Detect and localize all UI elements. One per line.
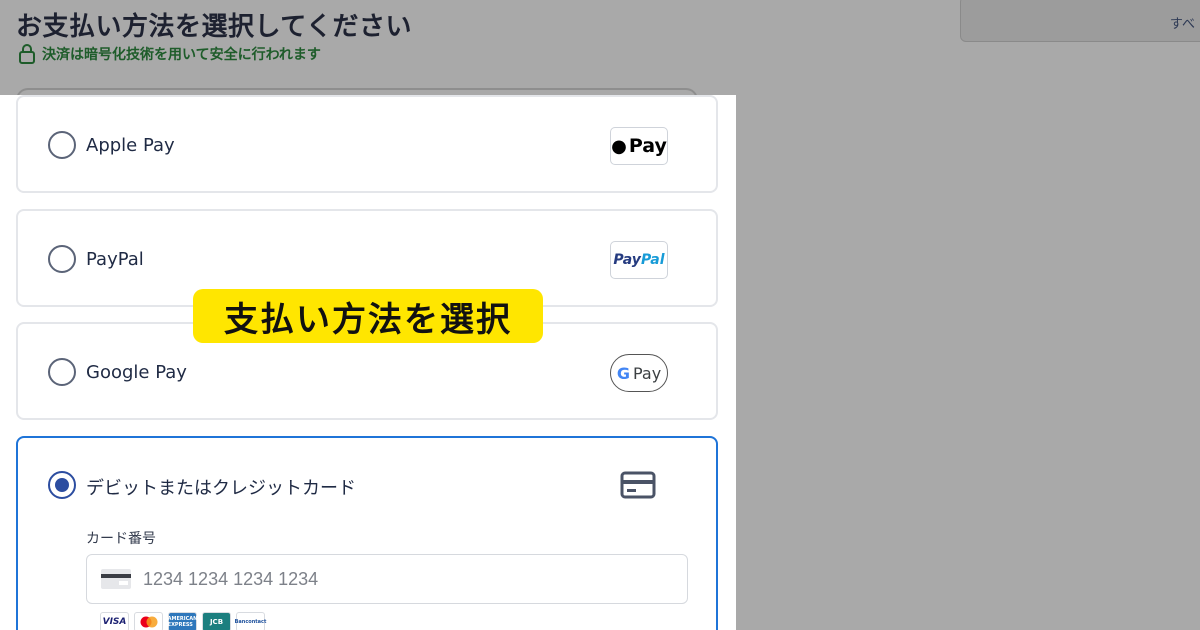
apple-pay-radio[interactable] <box>48 131 76 159</box>
credit-card-icon <box>620 471 656 499</box>
right-panel: すべ <box>960 0 1200 42</box>
card-label: デビットまたはクレジットカード <box>86 478 356 499</box>
apple-pay-logo: ● Pay <box>610 127 668 165</box>
card-number-field[interactable] <box>86 554 688 604</box>
paypal-radio[interactable] <box>48 245 76 273</box>
google-pay-radio[interactable] <box>48 358 76 386</box>
paypal-label: PayPal <box>86 249 144 270</box>
jcb-logo: JCB <box>202 612 231 630</box>
apple-pay-label: Apple Pay <box>86 135 175 156</box>
bancontact-logo: Bancontact <box>235 612 266 630</box>
secure-note-text: 決済は暗号化技術を用いて安全に行われます <box>42 47 321 63</box>
card-number-label: カード番号 <box>86 531 156 547</box>
card-chip-icon <box>101 569 131 589</box>
google-pay-logo: G Pay <box>610 354 668 392</box>
card-number-input[interactable] <box>143 568 663 590</box>
google-pay-label: Google Pay <box>86 362 187 383</box>
option-apple-pay[interactable]: Apple Pay ● Pay <box>16 95 718 193</box>
caption-banner: 支払い方法を選択 <box>193 289 543 343</box>
card-brands: VISA AMERICAN EXPRESS JCB Bancontact <box>100 612 266 630</box>
payment-sheet: Apple Pay ● Pay PayPal PayPal Google Pay… <box>0 95 736 630</box>
apple-icon: ● <box>611 135 627 157</box>
amex-logo: AMERICAN EXPRESS <box>168 612 197 630</box>
page-title: お支払い方法を選択してください <box>16 12 412 42</box>
google-g-icon: G <box>616 363 630 383</box>
lock-icon <box>19 44 35 64</box>
secure-note: 決済は暗号化技術を用いて安全に行われます <box>18 44 321 64</box>
right-panel-text: すべ <box>1169 17 1195 32</box>
visa-logo: VISA <box>100 612 129 630</box>
mastercard-logo <box>134 612 163 630</box>
card-radio[interactable] <box>48 471 76 499</box>
paypal-logo: PayPal <box>610 241 668 279</box>
option-card[interactable]: デビットまたはクレジットカード カード番号 VISA AMERICA <box>16 436 718 630</box>
